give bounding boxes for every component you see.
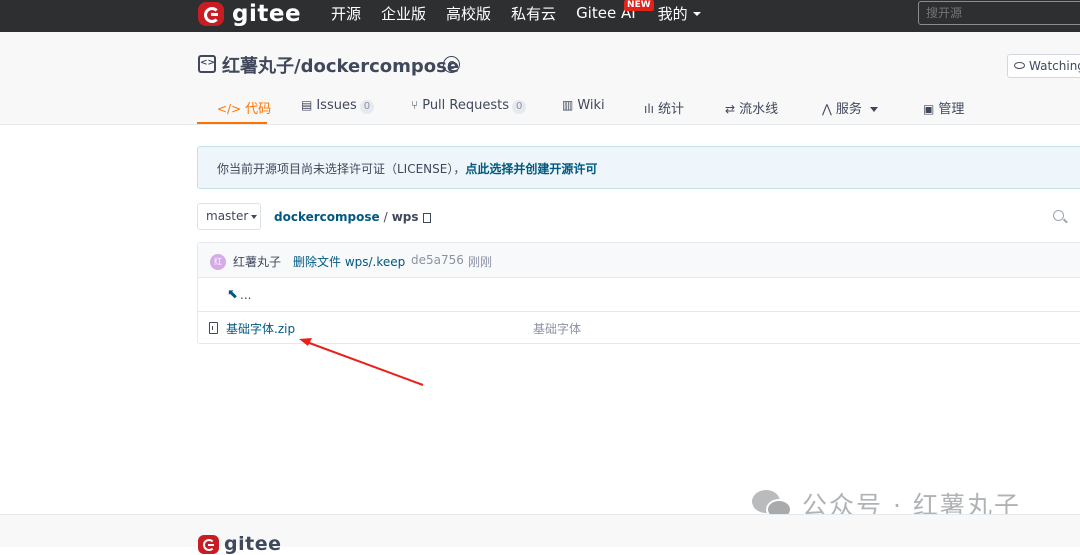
breadcrumb-current-dir: wps xyxy=(391,210,419,224)
nav-link-gitee-ai[interactable]: Gitee AI NEW xyxy=(576,0,654,22)
tab-issues-label: Issues xyxy=(316,98,357,113)
nav-link-mine[interactable]: 我的 xyxy=(658,3,701,24)
watch-button[interactable]: Watching xyxy=(1007,54,1080,78)
breadcrumb: dockercompose / wps xyxy=(274,210,431,224)
recommend-badge-icon[interactable] xyxy=(443,56,460,73)
project-header: <> 红薯丸子/dockercompose Watching </> 代码 ▤ Is… xyxy=(0,32,1080,125)
file-name-link[interactable]: 基础字体.zip xyxy=(226,320,295,337)
nav-link-opensource[interactable]: 开源 xyxy=(331,3,361,24)
tab-pull-requests[interactable]: ⑂ Pull Requests 0 xyxy=(411,90,527,124)
avatar[interactable]: 红 xyxy=(210,254,226,270)
search-input[interactable] xyxy=(918,1,1080,25)
gitee-logo[interactable]: gitee xyxy=(198,0,301,28)
tab-stats[interactable]: ılı 统计 xyxy=(644,90,684,124)
back-arrow-icon: ⬉ xyxy=(227,287,238,302)
footer-logo-text: gitee xyxy=(224,533,282,555)
tab-stats-label: 统计 xyxy=(658,102,685,117)
nav-link-mine-label: 我的 xyxy=(657,4,688,23)
breadcrumb-repo[interactable]: dockercompose xyxy=(274,210,380,224)
license-notice: 你当前开源项目尚未选择许可证（LICENSE），点此选择并创建开源许可 xyxy=(197,146,1080,189)
nav-links: 开源 企业版 高校版 私有云 Gitee AI NEW 我的 xyxy=(331,0,721,26)
gitee-logo-icon xyxy=(198,2,224,26)
pull-request-icon: ⑂ xyxy=(411,98,419,112)
commit-sha[interactable]: de5a756 xyxy=(411,253,464,267)
tab-manage[interactable]: ▣ 管理 xyxy=(923,90,964,124)
file-commit-message[interactable]: 基础字体 xyxy=(533,320,581,337)
parent-dir-row[interactable]: ⬉ ... xyxy=(198,278,1080,312)
breadcrumb-separator: / xyxy=(383,210,388,224)
annotation-arrow xyxy=(299,338,424,386)
tab-services[interactable]: ⋀ 服务 xyxy=(822,90,878,124)
wiki-icon: ▥ xyxy=(562,98,574,112)
top-navbar: gitee 开源 企业版 高校版 私有云 Gitee AI NEW 我的 xyxy=(0,0,1080,32)
branch-selector-label: master xyxy=(206,209,249,223)
tab-wiki[interactable]: ▥ Wiki xyxy=(562,90,605,124)
tab-code-label: 代码 xyxy=(245,102,272,117)
pr-count-badge: 0 xyxy=(512,100,527,114)
chevron-down-icon xyxy=(251,214,258,219)
file-list: 红 红薯丸子 删除文件 wps/.keep de5a756 刚刚 ⬉ ... 基… xyxy=(197,242,1080,344)
create-license-link[interactable]: 点此选择并创建开源许可 xyxy=(465,162,597,176)
stats-icon: ılı xyxy=(644,102,655,116)
services-icon: ⋀ xyxy=(822,102,832,116)
pipeline-icon: ⇄ xyxy=(725,102,736,116)
file-icon xyxy=(209,322,218,334)
latest-commit-row: 红 红薯丸子 删除文件 wps/.keep de5a756 刚刚 xyxy=(198,243,1080,278)
parent-dir-label: ... xyxy=(240,288,252,302)
chevron-down-icon xyxy=(692,12,701,16)
tab-issues[interactable]: ▤ Issues 0 xyxy=(301,90,375,124)
commit-author[interactable]: 红薯丸子 xyxy=(233,253,281,270)
repo-title[interactable]: 红薯丸子/dockercompose xyxy=(222,52,459,78)
tab-manage-label: 管理 xyxy=(938,102,965,117)
nav-link-private-cloud[interactable]: 私有云 xyxy=(511,3,556,24)
tab-pipeline[interactable]: ⇄ 流水线 xyxy=(725,90,778,124)
tab-pull-requests-label: Pull Requests xyxy=(422,98,509,113)
gitee-logo-text: gitee xyxy=(232,1,302,27)
new-badge: NEW xyxy=(624,0,654,11)
nav-link-enterprise[interactable]: 企业版 xyxy=(381,3,426,24)
eye-icon xyxy=(1014,62,1025,69)
commit-time: 刚刚 xyxy=(468,255,493,269)
tab-wiki-label: Wiki xyxy=(577,98,605,113)
commit-message[interactable]: 删除文件 wps/.keep xyxy=(293,253,405,270)
issues-icon: ▤ xyxy=(301,98,313,112)
code-icon: </> xyxy=(217,102,242,116)
copy-icon[interactable] xyxy=(422,212,431,223)
footer: gitee xyxy=(0,514,1080,555)
branch-selector[interactable]: master xyxy=(197,203,261,230)
issues-count-badge: 0 xyxy=(359,100,375,114)
tab-code[interactable]: </> 代码 xyxy=(197,90,271,124)
repo-code-icon: <> xyxy=(198,55,216,73)
watch-button-label: Watching xyxy=(1029,59,1080,73)
tab-services-label: 服务 xyxy=(835,102,862,117)
gitee-logo-icon xyxy=(198,534,219,554)
manage-icon: ▣ xyxy=(923,102,935,116)
nav-link-education[interactable]: 高校版 xyxy=(446,3,491,24)
search-icon[interactable] xyxy=(1053,210,1064,221)
tab-pipeline-label: 流水线 xyxy=(739,102,779,117)
license-notice-text: 你当前开源项目尚未选择许可证（LICENSE）， xyxy=(217,162,466,176)
chevron-down-icon xyxy=(869,107,878,112)
footer-logo[interactable]: gitee xyxy=(198,533,281,555)
